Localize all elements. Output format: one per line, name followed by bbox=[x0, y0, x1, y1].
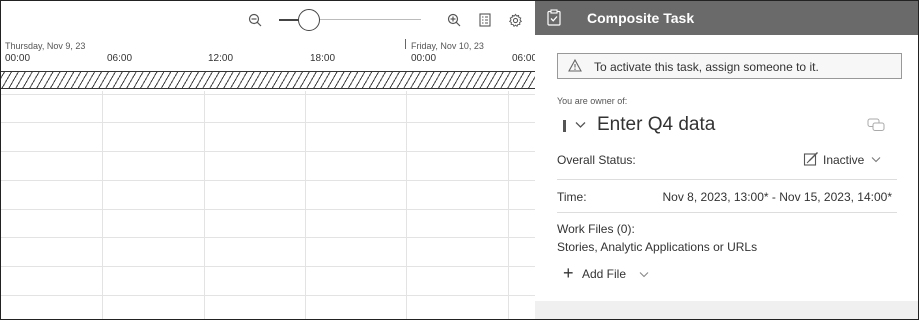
edit-status-icon bbox=[803, 151, 819, 167]
grid-row-line bbox=[1, 295, 535, 296]
timeline-toolbar bbox=[1, 1, 535, 39]
day-label: Thursday, Nov 9, 23 bbox=[5, 41, 86, 51]
grid-column-line bbox=[406, 91, 407, 319]
task-bar-hatched[interactable] bbox=[1, 71, 535, 89]
time-label: Time: bbox=[557, 190, 587, 204]
section-divider bbox=[557, 212, 897, 213]
tick-label: 18:00 bbox=[310, 53, 336, 64]
task-details-panel: Composite Task To activate this task, as… bbox=[535, 1, 918, 319]
task-title-row: Enter Q4 data bbox=[557, 112, 897, 138]
app-frame: Thursday, Nov 9, 23 Friday, Nov 10, 23 0… bbox=[0, 0, 919, 320]
panel-title: Composite Task bbox=[587, 10, 695, 26]
task-color-bar bbox=[563, 120, 566, 132]
grid-column-line bbox=[204, 91, 205, 319]
time-scale-header: Thursday, Nov 9, 23 Friday, Nov 10, 23 0… bbox=[1, 39, 535, 67]
grid-column-line bbox=[305, 91, 306, 319]
day-boundary-marker bbox=[405, 39, 406, 49]
work-files-description: Stories, Analytic Applications or URLs bbox=[557, 240, 758, 254]
overall-status-dropdown[interactable]: Inactive bbox=[803, 151, 885, 169]
overall-status-label: Overall Status: bbox=[557, 153, 636, 167]
gantt-grid bbox=[1, 91, 535, 319]
chevron-down-icon[interactable] bbox=[639, 268, 649, 281]
chevron-down-icon bbox=[871, 152, 881, 166]
panel-body: To activate this task, assign someone to… bbox=[535, 35, 918, 301]
activation-warning: To activate this task, assign someone to… bbox=[557, 53, 902, 79]
add-file-button[interactable]: + Add File bbox=[563, 263, 673, 285]
clipboard-check-icon bbox=[547, 9, 561, 26]
grid-row-line bbox=[1, 151, 535, 152]
zoom-slider-thumb[interactable] bbox=[298, 9, 320, 31]
list-icon[interactable] bbox=[475, 10, 495, 30]
grid-column-line bbox=[508, 91, 509, 319]
panel-footer bbox=[535, 301, 918, 319]
tick-label: 00:00 bbox=[5, 53, 31, 64]
chevron-down-icon[interactable] bbox=[575, 115, 586, 132]
gantt-timeline: Thursday, Nov 9, 23 Friday, Nov 10, 23 0… bbox=[1, 1, 535, 319]
overall-status-value: Inactive bbox=[823, 153, 865, 167]
plus-icon: + bbox=[563, 263, 574, 283]
grid-column-line bbox=[102, 91, 103, 319]
task-name: Enter Q4 data bbox=[597, 114, 716, 135]
gear-icon[interactable] bbox=[505, 10, 525, 30]
warning-icon bbox=[568, 58, 582, 73]
grid-row-line bbox=[1, 94, 535, 95]
grid-row-line bbox=[1, 237, 535, 238]
work-files-label: Work Files (0): bbox=[557, 222, 635, 236]
tick-label: 06:00 bbox=[107, 53, 133, 64]
panel-header: Composite Task bbox=[535, 1, 918, 35]
grid-row-line bbox=[1, 122, 535, 123]
grid-row-line bbox=[1, 209, 535, 210]
zoom-out-icon[interactable] bbox=[245, 10, 265, 30]
grid-row-line bbox=[1, 266, 535, 267]
add-file-label: Add File bbox=[582, 267, 627, 281]
tick-label: 12:00 bbox=[208, 53, 234, 64]
grid-row-line bbox=[1, 180, 535, 181]
zoom-in-icon[interactable] bbox=[444, 10, 464, 30]
tick-label: 06:00 bbox=[512, 53, 535, 64]
zoom-slider[interactable] bbox=[279, 9, 421, 31]
comments-icon[interactable] bbox=[867, 118, 885, 134]
warning-text: To activate this task, assign someone to… bbox=[594, 60, 819, 74]
day-label: Friday, Nov 10, 23 bbox=[411, 41, 484, 51]
owner-label: You are owner of: bbox=[557, 96, 628, 106]
time-value: Nov 8, 2023, 13:00* - Nov 15, 2023, 14:0… bbox=[662, 190, 893, 204]
tick-label: 00:00 bbox=[411, 53, 437, 64]
section-divider bbox=[557, 179, 897, 180]
